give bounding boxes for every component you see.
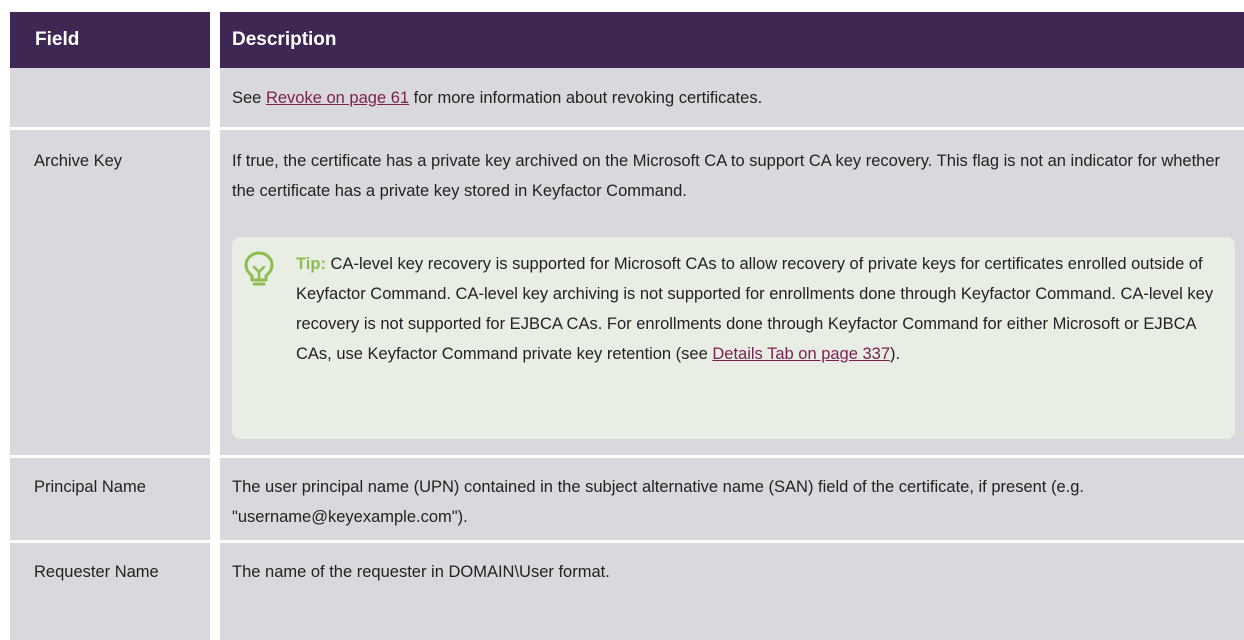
description-cell: The name of the requester in DOMAIN\User… (232, 563, 610, 581)
description-cell: The user principal name (UPN) contained … (232, 478, 1084, 526)
description-text: for more information about revoking cert… (409, 89, 763, 107)
tip-callout: Tip: CA-level key recovery is supported … (232, 237, 1235, 439)
header-field: Field (35, 29, 80, 50)
field-cell: Principal Name (34, 478, 146, 496)
revoke-link[interactable]: Revoke on page 61 (266, 89, 409, 107)
field-cell: Archive Key (34, 152, 123, 170)
table-row: Requester Name The name of the requester… (10, 543, 1244, 640)
description-cell: See Revoke on page 61 for more informati… (232, 83, 1232, 113)
table-header: Field Description (10, 12, 1244, 68)
tip-text: Tip: CA-level key recovery is supported … (296, 249, 1221, 369)
fields-table: Field Description See Revoke on page 61 … (10, 12, 1244, 640)
tip-label: Tip: (296, 255, 326, 273)
table-row: See Revoke on page 61 for more informati… (10, 68, 1244, 127)
description-cell: If true, the certificate has a private k… (232, 152, 1221, 200)
details-tab-link[interactable]: Details Tab on page 337 (712, 345, 890, 363)
tip-suffix: ). (890, 345, 901, 363)
table-row: Principal Name The user principal name (… (10, 458, 1244, 540)
description-text: See (232, 89, 266, 107)
field-cell: Requester Name (34, 563, 159, 581)
header-description: Description (232, 29, 337, 50)
lightbulb-icon (244, 251, 274, 286)
